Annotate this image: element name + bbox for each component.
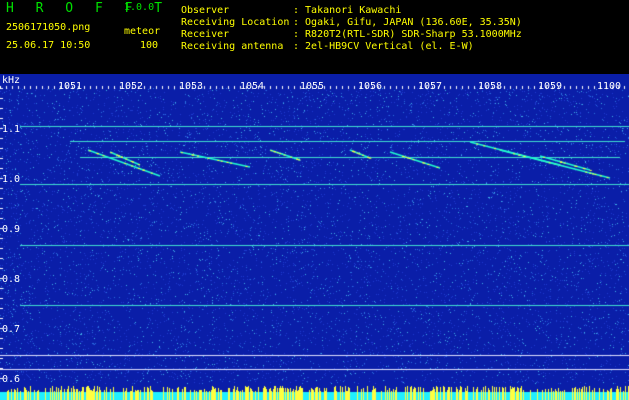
x-tick-1056: 1056: [358, 81, 383, 92]
x-tick-1055: 1055: [300, 81, 325, 92]
app-version: 1.0.0: [124, 2, 155, 13]
observer-value: : Takanori Kawachi: [293, 5, 402, 16]
location-label: Receiving Location: [181, 17, 290, 28]
x-tick-1053: 1053: [179, 81, 204, 92]
receiver-value: : R820T2(RTL-SDR) SDR-Sharp 53.1000MHz: [293, 29, 522, 40]
x-tick-1052: 1052: [119, 81, 144, 92]
datetime: 25.06.17 10:50: [6, 40, 91, 51]
x-tick-1100: 1100: [597, 81, 622, 92]
spectrogram-display: [0, 74, 629, 400]
count-value: 100: [140, 40, 159, 51]
mode-label: meteor: [124, 26, 161, 37]
location-value: : Ogaki, Gifu, JAPAN (136.60E, 35.35N): [293, 17, 522, 28]
y-tick-1.0: 1.0: [2, 174, 21, 185]
y-tick-0.6: 0.6: [2, 374, 21, 385]
y-axis-unit: kHz: [2, 75, 21, 86]
filename: 2506171050.png: [6, 22, 91, 33]
y-tick-1.1: 1.1: [2, 124, 21, 135]
header-panel: H R O F F T 1.0.0 2506171050.png meteor …: [0, 0, 629, 74]
antenna-value: : 2el-HB9CV Vertical (el. E-W): [293, 41, 474, 52]
receiver-label: Receiver: [181, 29, 230, 40]
x-tick-1058: 1058: [478, 81, 503, 92]
x-tick-1051: 1051: [58, 81, 83, 92]
x-tick-1059: 1059: [538, 81, 563, 92]
observer-label: Observer: [181, 5, 230, 16]
y-tick-0.7: 0.7: [2, 324, 21, 335]
x-tick-1054: 1054: [240, 81, 265, 92]
antenna-label: Receiving antenna: [181, 41, 284, 52]
y-tick-0.8: 0.8: [2, 274, 21, 285]
y-tick-0.9: 0.9: [2, 224, 21, 235]
x-tick-1057: 1057: [418, 81, 443, 92]
